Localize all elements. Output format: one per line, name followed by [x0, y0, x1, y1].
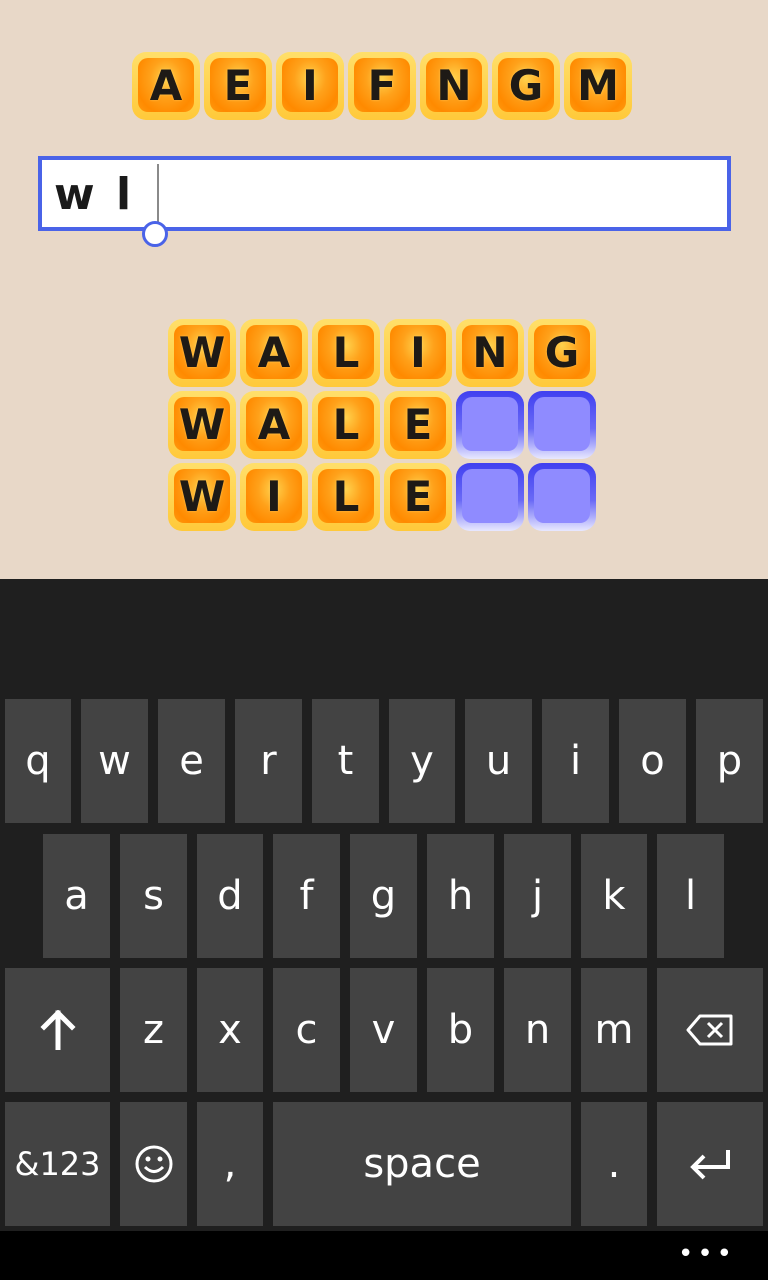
- key-e[interactable]: e: [158, 699, 225, 823]
- word-tile-letter: L: [318, 469, 374, 523]
- word-tile-letter: G: [534, 325, 590, 379]
- key-d[interactable]: d: [197, 834, 263, 958]
- enter-return-icon: [690, 1150, 730, 1180]
- key-c[interactable]: c: [273, 968, 340, 1092]
- key-t[interactable]: t: [312, 699, 379, 823]
- word-tile-letter: W: [174, 325, 230, 379]
- word-tile-letter: L: [318, 397, 374, 451]
- word-tile-letter: I: [390, 325, 446, 379]
- word-tile-letter: A: [246, 397, 302, 451]
- rack-tile-letter: M: [570, 58, 626, 112]
- app-bar: •••: [0, 1231, 768, 1280]
- word-input-value: w l: [54, 169, 135, 220]
- key-j[interactable]: j: [504, 834, 571, 958]
- word-tile: W: [168, 319, 236, 387]
- rack-tile-letter: E: [210, 58, 266, 112]
- word-tile-letter: N: [462, 325, 518, 379]
- word-tile: N: [456, 319, 524, 387]
- rack-tile[interactable]: I: [276, 52, 344, 120]
- key-y[interactable]: y: [389, 699, 455, 823]
- word-tile: L: [312, 319, 380, 387]
- word-tile-letter: W: [174, 469, 230, 523]
- word-tile: I: [384, 319, 452, 387]
- key-x[interactable]: x: [197, 968, 263, 1092]
- key-z[interactable]: z: [120, 968, 187, 1092]
- key-g[interactable]: g: [350, 834, 417, 958]
- key-n[interactable]: n: [504, 968, 571, 1092]
- space-key[interactable]: space: [273, 1102, 571, 1226]
- empty-tile-slot: [462, 469, 518, 523]
- backspace-icon: [686, 1014, 733, 1046]
- rack-tile-letter: F: [354, 58, 410, 112]
- shift-arrow-up-icon: [39, 1010, 76, 1050]
- empty-tile: [456, 391, 524, 459]
- key-k[interactable]: k: [581, 834, 647, 958]
- rack-tile-letter: I: [282, 58, 338, 112]
- key-h[interactable]: h: [427, 834, 494, 958]
- key-a[interactable]: a: [43, 834, 110, 958]
- more-options-button[interactable]: •••: [678, 1239, 736, 1269]
- key-i[interactable]: i: [542, 699, 609, 823]
- key-p[interactable]: p: [696, 699, 763, 823]
- rack-tile-letter: N: [426, 58, 482, 112]
- emoji-key[interactable]: [120, 1102, 187, 1226]
- empty-tile-slot: [534, 397, 590, 451]
- word-tile: E: [384, 463, 452, 531]
- word-tile: L: [312, 463, 380, 531]
- key-b[interactable]: b: [427, 968, 494, 1092]
- empty-tile: [528, 463, 596, 531]
- comma-key[interactable]: ,: [197, 1102, 263, 1226]
- word-tile-letter: L: [318, 325, 374, 379]
- word-tile: E: [384, 391, 452, 459]
- enter-key[interactable]: [657, 1102, 763, 1226]
- key-w[interactable]: w: [81, 699, 148, 823]
- game-area: A E I F N G M w l W A L I N G W A L E W …: [0, 0, 768, 579]
- empty-tile-slot: [462, 397, 518, 451]
- key-m[interactable]: m: [581, 968, 647, 1092]
- key-l[interactable]: l: [657, 834, 724, 958]
- word-input[interactable]: w l: [38, 156, 731, 231]
- key-u[interactable]: u: [465, 699, 532, 823]
- word-tile-letter: I: [246, 469, 302, 523]
- rack-tile[interactable]: F: [348, 52, 416, 120]
- rack-tile-letter: A: [138, 58, 194, 112]
- empty-tile-slot: [534, 469, 590, 523]
- key-q[interactable]: q: [5, 699, 71, 823]
- onscreen-keyboard: q w e r t y u i o p a s d f g h j k l z …: [0, 579, 768, 1231]
- rack-tile[interactable]: N: [420, 52, 488, 120]
- word-tile: I: [240, 463, 308, 531]
- word-tile: A: [240, 391, 308, 459]
- empty-tile: [528, 391, 596, 459]
- text-caret: [157, 164, 159, 222]
- rack-tile[interactable]: A: [132, 52, 200, 120]
- shift-key[interactable]: [5, 968, 110, 1092]
- rack-tile-letter: G: [498, 58, 554, 112]
- word-tile: W: [168, 463, 236, 531]
- key-o[interactable]: o: [619, 699, 686, 823]
- rack-tile[interactable]: E: [204, 52, 272, 120]
- word-tile-letter: E: [390, 397, 446, 451]
- word-tile: A: [240, 319, 308, 387]
- period-key[interactable]: .: [581, 1102, 647, 1226]
- word-tile-letter: W: [174, 397, 230, 451]
- numbers-key[interactable]: &123: [5, 1102, 110, 1226]
- backspace-key[interactable]: [657, 968, 763, 1092]
- empty-tile: [456, 463, 524, 531]
- word-tile-letter: E: [390, 469, 446, 523]
- smiley-icon: [135, 1145, 172, 1183]
- key-v[interactable]: v: [350, 968, 417, 1092]
- key-s[interactable]: s: [120, 834, 187, 958]
- word-tile-letter: A: [246, 325, 302, 379]
- word-tile: W: [168, 391, 236, 459]
- key-f[interactable]: f: [273, 834, 340, 958]
- rack-tile[interactable]: G: [492, 52, 560, 120]
- numbers-key-label: &123: [14, 1145, 101, 1183]
- caret-handle[interactable]: [142, 221, 168, 247]
- word-tile: L: [312, 391, 380, 459]
- key-r[interactable]: r: [235, 699, 302, 823]
- rack-tile[interactable]: M: [564, 52, 632, 120]
- word-tile: G: [528, 319, 596, 387]
